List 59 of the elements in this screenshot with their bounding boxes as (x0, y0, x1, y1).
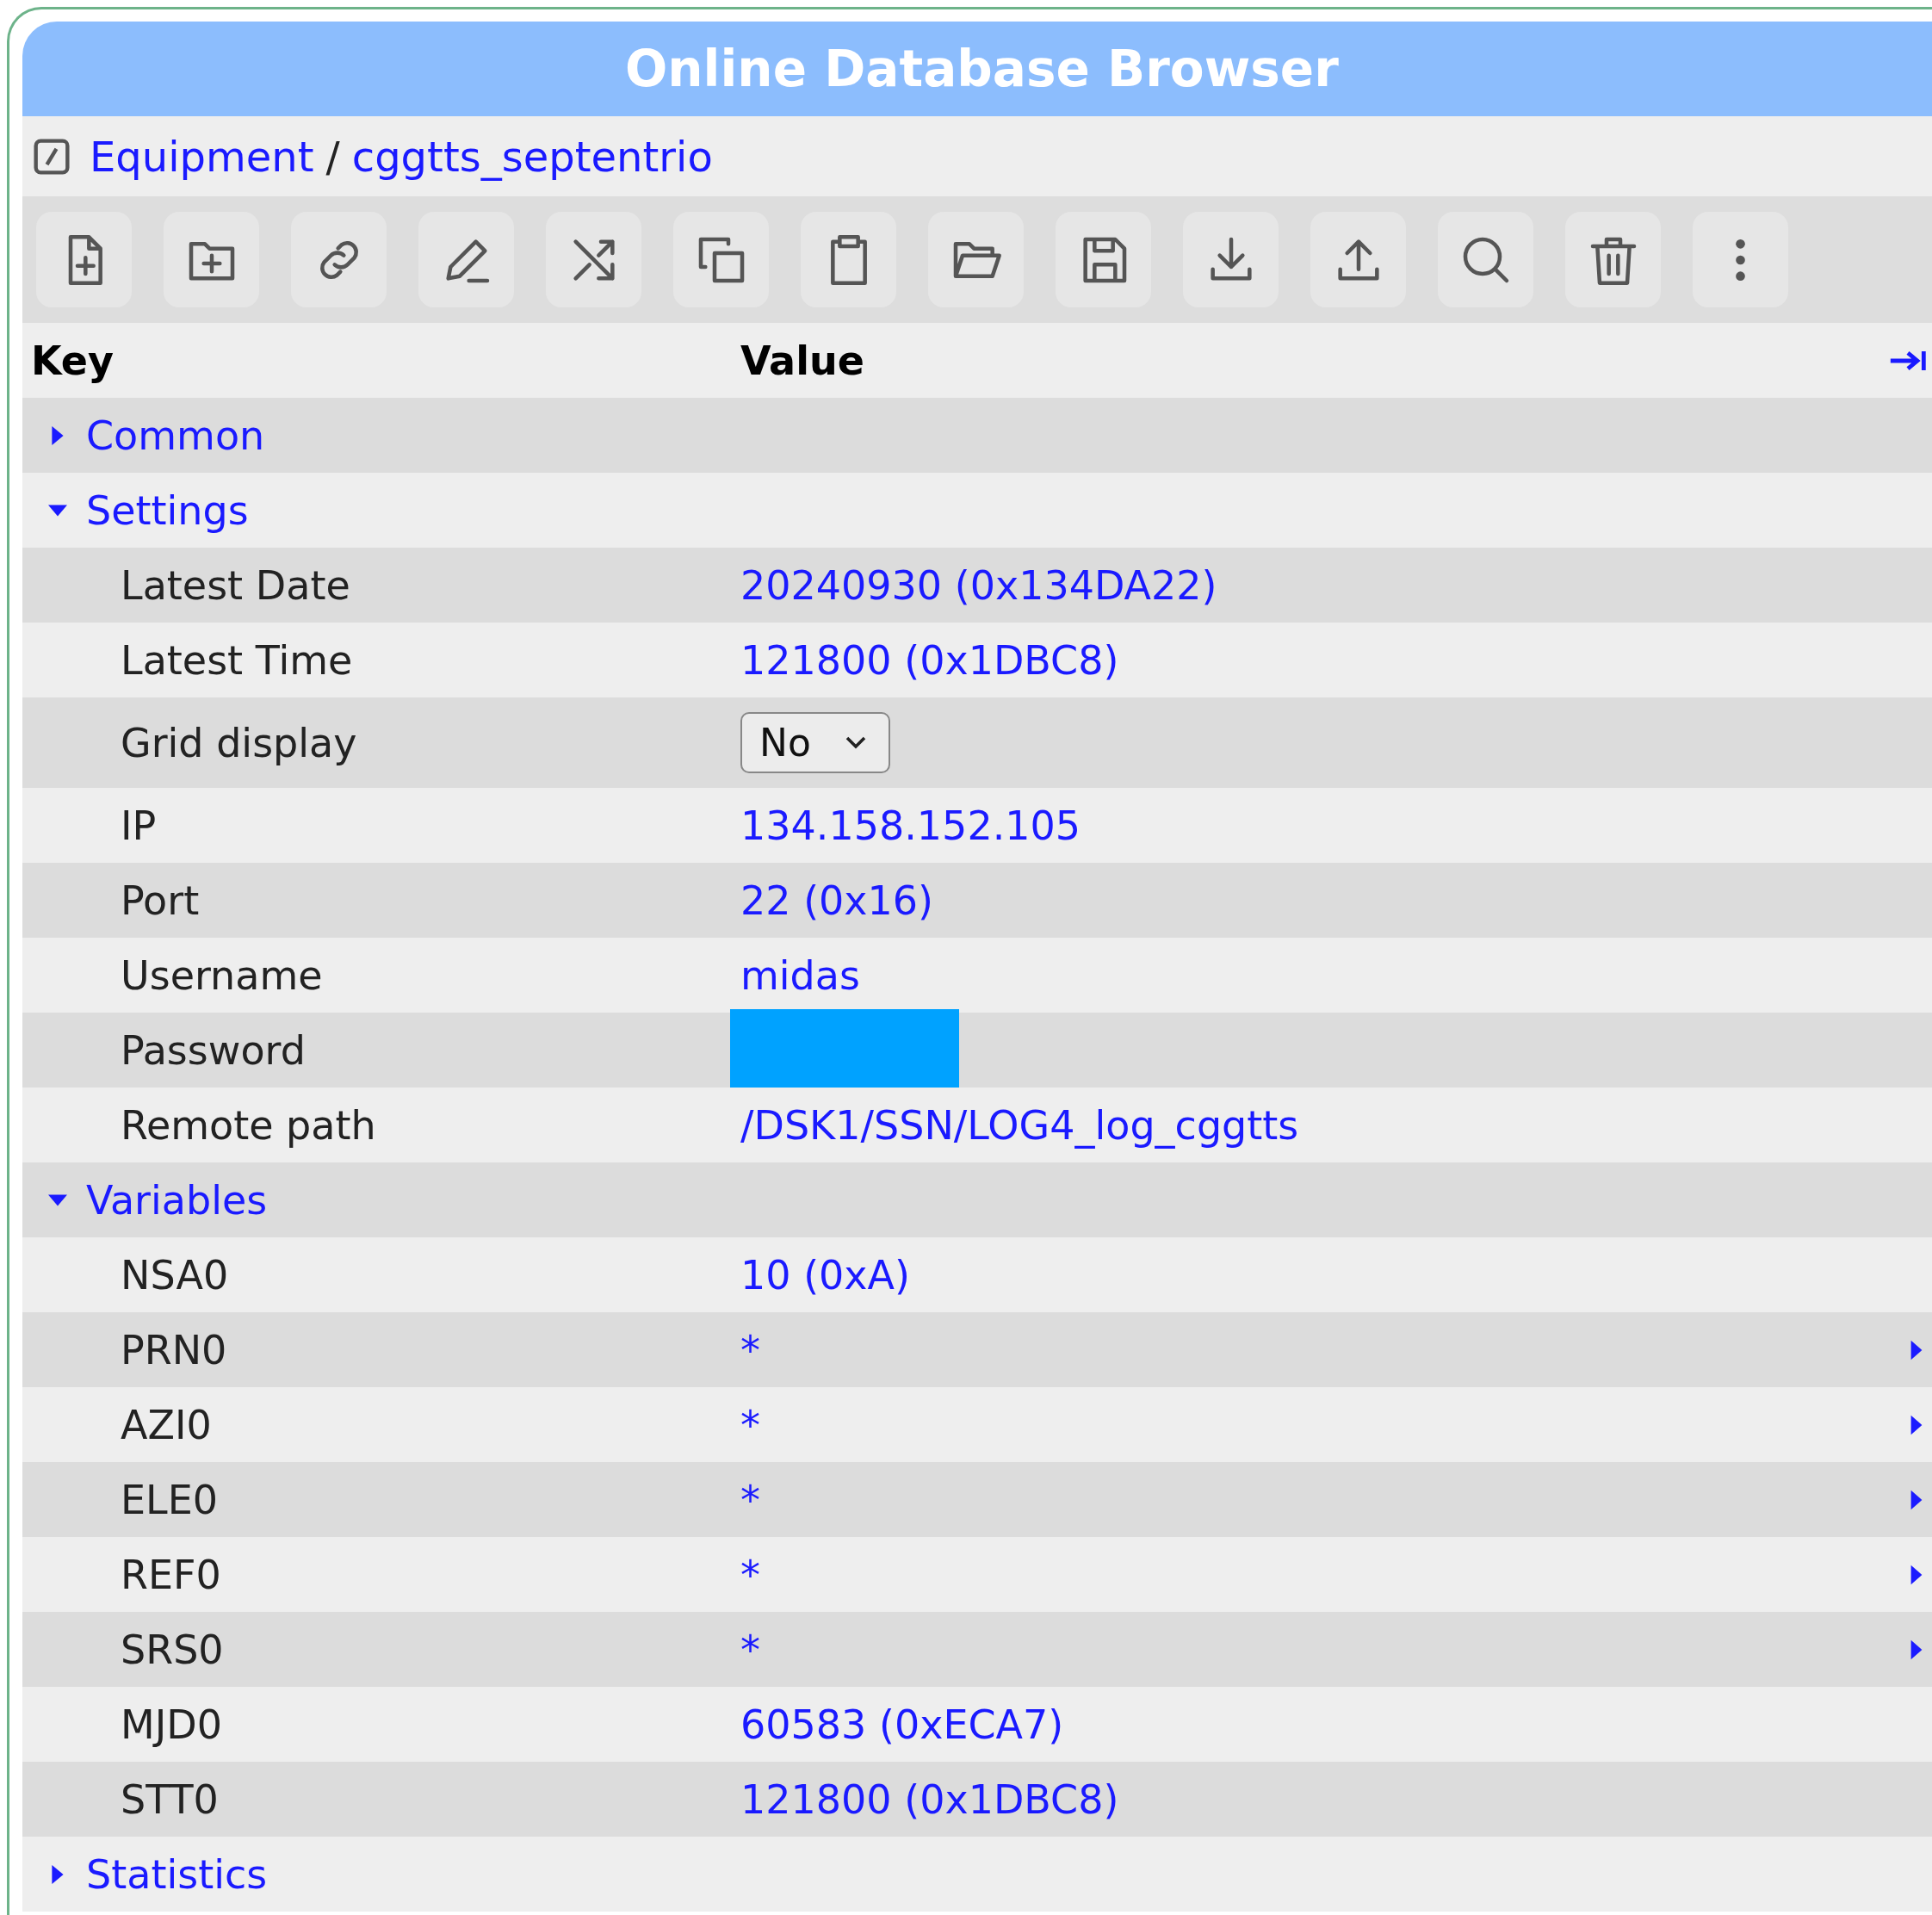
key-label: Password (120, 1026, 307, 1074)
breadcrumb-separator: / (325, 132, 340, 181)
key-label: MJD0 (120, 1701, 223, 1748)
arrow-to-bar-icon[interactable] (1889, 349, 1927, 372)
breadcrumb-link[interactable]: cggtts_septentrio (351, 132, 713, 181)
value-text[interactable]: /DSK1/SSN/LOG4_log_cggtts (740, 1101, 1299, 1149)
value-text[interactable]: * (740, 1326, 760, 1373)
key-label: PRN0 (120, 1326, 228, 1373)
group-label[interactable]: Common (86, 412, 265, 459)
key-label: Latest Time (120, 636, 354, 684)
value-text[interactable]: * (740, 1401, 760, 1448)
key-label: REF0 (120, 1551, 222, 1598)
value-text[interactable]: 134.158.152.105 (740, 802, 1081, 849)
window-title: Online Database Browser (625, 40, 1339, 98)
key-label: AZI0 (120, 1401, 213, 1448)
more-icon (1736, 239, 1745, 281)
value-text[interactable]: 121800 (0x1DBC8) (740, 1776, 1119, 1823)
toolbar-button[interactable] (36, 212, 132, 307)
select-dropdown[interactable]: No (740, 712, 890, 773)
key-label: Latest Date (120, 561, 351, 609)
key-label: Grid display (120, 719, 358, 766)
breadcrumb-link[interactable]: Equipment (90, 132, 314, 181)
toolbar-button[interactable] (673, 212, 769, 307)
toolbar-button[interactable] (1183, 212, 1279, 307)
group-label[interactable]: Statistics (86, 1850, 268, 1898)
value-text[interactable]: * (740, 1551, 760, 1598)
key-label: NSA0 (120, 1251, 230, 1298)
toolbar-button[interactable] (1565, 212, 1661, 307)
value-text[interactable]: * (740, 1476, 760, 1523)
group-label[interactable]: Settings (86, 486, 249, 534)
toolbar-button[interactable] (801, 212, 896, 307)
group-label[interactable]: Variables (86, 1176, 268, 1224)
value-text[interactable]: 121800 (0x1DBC8) (740, 636, 1119, 684)
toolbar-button[interactable] (1693, 212, 1788, 307)
value-text[interactable]: midas (740, 951, 860, 999)
toolbar-button[interactable] (164, 212, 259, 307)
key-label: SRS0 (120, 1626, 225, 1673)
column-header: Value (740, 337, 864, 384)
toolbar-button[interactable] (1438, 212, 1533, 307)
toolbar-button[interactable] (1056, 212, 1151, 307)
value-text[interactable]: 22 (0x16) (740, 877, 934, 924)
key-label: Port (120, 877, 201, 924)
slash-square-icon[interactable] (33, 137, 71, 176)
value-text[interactable]: 10 (0xA) (740, 1251, 910, 1298)
toolbar-button[interactable] (291, 212, 387, 307)
column-header: Key (30, 337, 115, 384)
key-label: STT0 (120, 1776, 220, 1823)
toolbar-button[interactable] (418, 212, 514, 307)
chevron-down-icon (845, 735, 866, 750)
key-label: ELE0 (120, 1476, 220, 1523)
value-text[interactable]: 60583 (0xECA7) (740, 1701, 1064, 1748)
key-label: Remote path (120, 1101, 377, 1149)
value-text[interactable]: 20240930 (0x134DA22) (740, 561, 1217, 609)
toolbar-button[interactable] (546, 212, 641, 307)
value-text[interactable]: * (740, 1626, 760, 1673)
key-label: IP (120, 802, 158, 849)
toolbar-button[interactable] (1310, 212, 1406, 307)
toolbar-button[interactable] (928, 212, 1024, 307)
key-label: Username (120, 951, 324, 999)
